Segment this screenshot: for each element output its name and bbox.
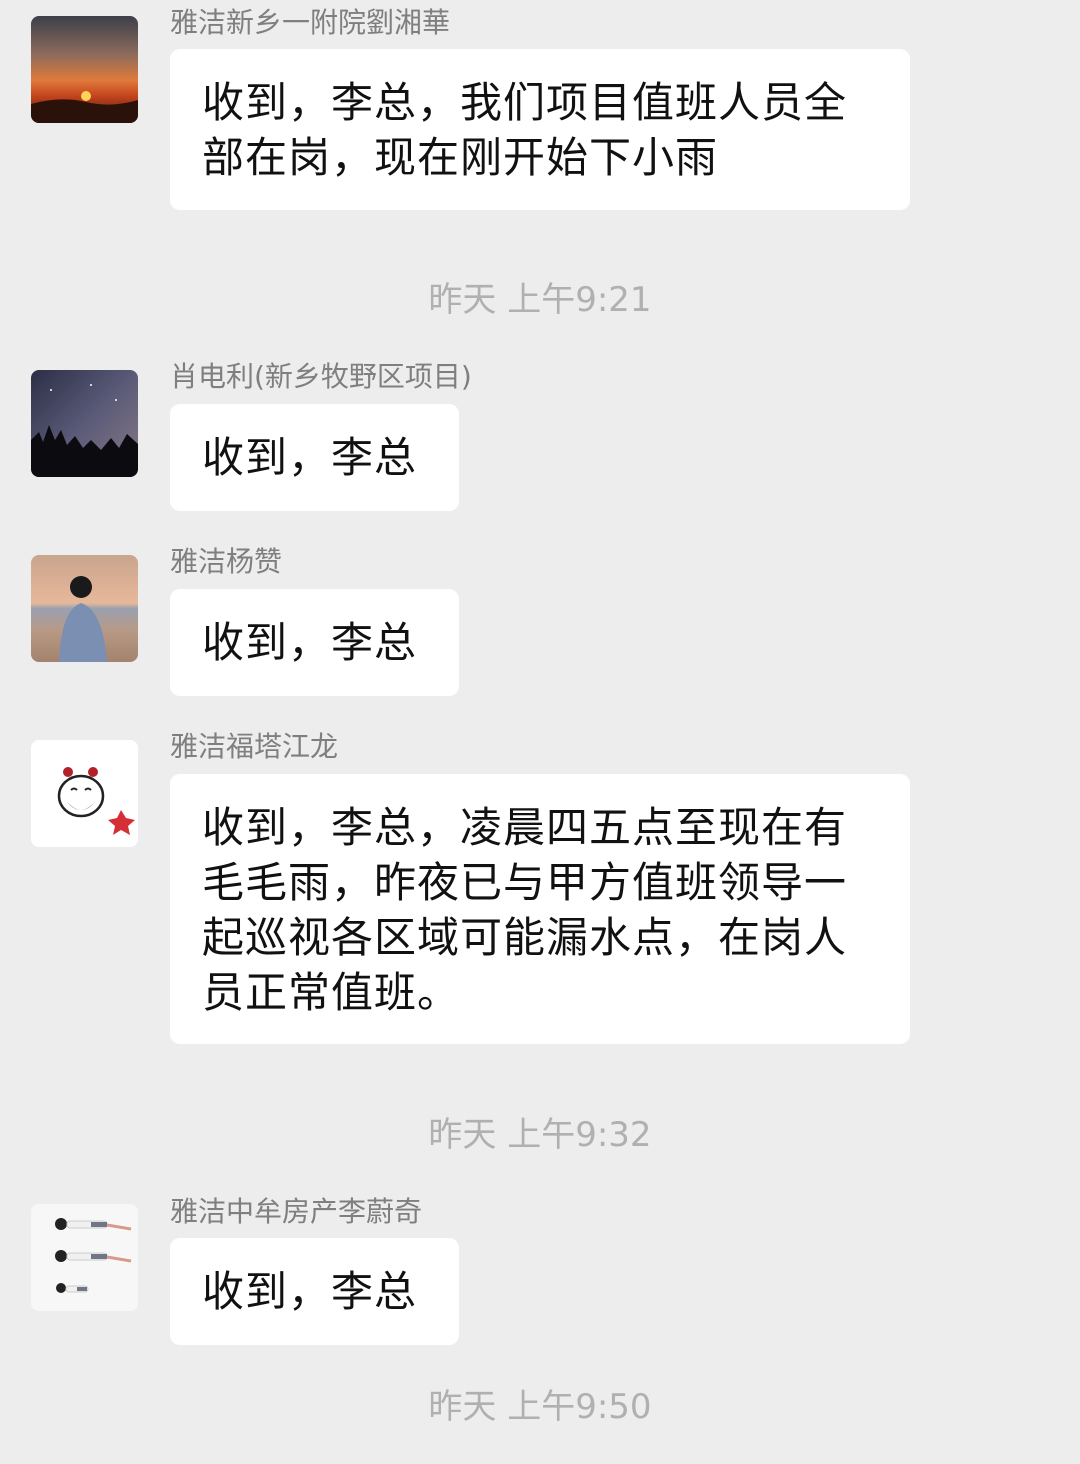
message-bubble[interactable]: 收到，李总，我们项目值班人员全部在岗，现在刚开始下小雨 (170, 49, 910, 210)
timestamp: 昨天 上午9:50 (428, 1387, 652, 1427)
message-bubble[interactable]: 收到，李总 (170, 1238, 459, 1345)
chat-history: 雅洁新乡一附院劉湘華 收到，李总，我们项目值班人员全部在岗，现在刚开始下小雨 昨… (0, 0, 1080, 1464)
message-bubble[interactable]: 收到，李总 (170, 589, 459, 696)
timestamp: 昨天 上午9:21 (428, 280, 652, 320)
night-sky-avatar-icon[interactable] (31, 370, 138, 477)
person-at-beach-avatar-icon[interactable] (31, 555, 138, 662)
sender-name: 雅洁福塔江龙 (170, 730, 339, 763)
sender-name: 肖电利(新乡牧野区项目) (170, 360, 472, 393)
cartoon-face-avatar-icon[interactable] (31, 740, 138, 847)
message-bubble[interactable]: 收到，李总，凌晨四五点至现在有毛毛雨，昨夜已与甲方值班领导一起巡视各区域可能漏水… (170, 774, 910, 1044)
sender-name: 雅洁中牟房产李蔚奇 (170, 1195, 423, 1228)
sender-name: 雅洁杨赞 (170, 545, 283, 578)
sunset-avatar-icon[interactable] (31, 16, 138, 123)
sender-name: 雅洁新乡一附院劉湘華 (170, 6, 451, 39)
message-bubble[interactable]: 收到，李总 (170, 404, 459, 511)
timestamp: 昨天 上午9:32 (428, 1115, 652, 1155)
illustrated-figures-avatar-icon[interactable] (31, 1204, 138, 1311)
